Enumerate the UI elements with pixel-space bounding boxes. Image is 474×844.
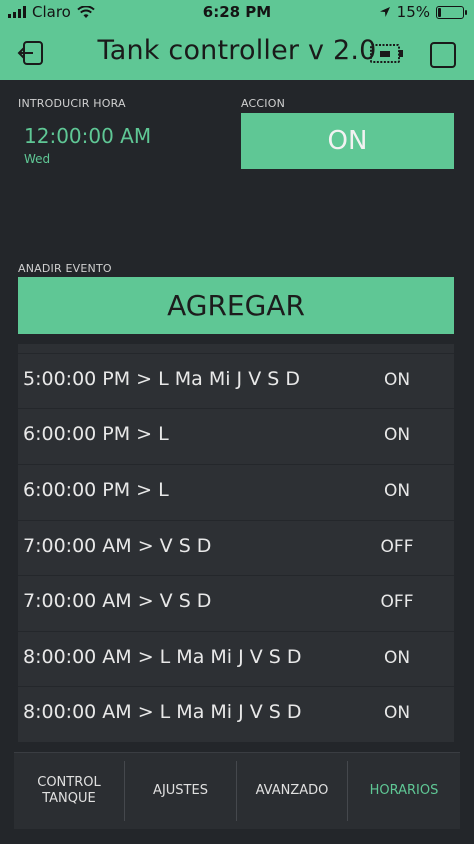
- table-row[interactable]: 6:00:00 PM > L ON: [18, 408, 454, 464]
- event-action: OFF: [380, 537, 414, 557]
- table-row[interactable]: 8:00:00 AM > L Ma Mi J V S D ON: [18, 686, 454, 742]
- event-schedule: 8:00:00 AM > L Ma Mi J V S D: [23, 701, 302, 723]
- action-label: ACCION: [241, 97, 286, 110]
- device-status-icon[interactable]: [370, 42, 404, 64]
- table-row[interactable]: 5:00:00 PM > L Ma Mi J V S D ON: [18, 353, 454, 409]
- event-action: ON: [383, 425, 411, 445]
- tab-bar: CONTROL TANQUE AJUSTES AVANZADO HORARIOS: [14, 752, 460, 829]
- event-schedule: 6:00:00 PM > L: [23, 423, 169, 445]
- event-schedule: 7:00:00 AM > V S D: [23, 590, 212, 612]
- time-input-day: Wed: [24, 152, 51, 166]
- tab-label: HORARIOS: [369, 783, 439, 798]
- table-row[interactable]: 7:00:00 AM > V S D OFF: [18, 575, 454, 631]
- status-bar: Claro 6:28 PM 15%: [0, 0, 474, 26]
- event-action: ON: [383, 370, 411, 390]
- battery-percent: 15%: [396, 3, 430, 21]
- tab-ajustes[interactable]: AJUSTES: [125, 753, 236, 829]
- table-row[interactable]: 6:00:00 PM > L ON: [18, 464, 454, 520]
- location-icon: [379, 7, 390, 17]
- tab-label: AJUSTES: [153, 783, 208, 798]
- table-row[interactable]: 8:00:00 AM > L Ma Mi J V S D ON: [18, 631, 454, 687]
- action-on-button[interactable]: ON: [241, 113, 454, 169]
- event-schedule: 6:00:00 PM > L: [23, 479, 169, 501]
- tab-horarios[interactable]: HORARIOS: [348, 753, 460, 829]
- event-action: OFF: [380, 592, 414, 612]
- tab-label: AVANZADO: [255, 783, 329, 798]
- event-action: ON: [383, 481, 411, 501]
- time-input-label: INTRODUCIR HORA: [18, 97, 126, 110]
- app-header: Tank controller v 2.0: [0, 26, 474, 80]
- event-schedule: 5:00:00 PM > L Ma Mi J V S D: [23, 368, 300, 390]
- tab-control-tanque[interactable]: CONTROL TANQUE: [14, 753, 124, 829]
- event-schedule: 7:00:00 AM > V S D: [23, 535, 212, 557]
- event-schedule: 8:00:00 AM > L Ma Mi J V S D: [23, 646, 302, 668]
- table-row[interactable]: 7:00:00 AM > V S D OFF: [18, 520, 454, 576]
- add-event-button[interactable]: AGREGAR: [18, 277, 454, 334]
- add-event-label: ANADIR EVENTO: [18, 262, 112, 275]
- status-right: 15%: [379, 3, 467, 21]
- event-action: ON: [383, 703, 411, 723]
- menu-square-button[interactable]: [430, 42, 456, 68]
- event-action: ON: [383, 648, 411, 668]
- tab-label: CONTROL TANQUE: [37, 775, 101, 806]
- tab-avanzado[interactable]: AVANZADO: [237, 753, 347, 829]
- events-table: 5:00:00 PM > L Ma Mi J V S D ON 6:00:00 …: [18, 344, 454, 742]
- battery-icon: [436, 5, 467, 19]
- time-input-value[interactable]: 12:00:00 AM: [24, 124, 151, 148]
